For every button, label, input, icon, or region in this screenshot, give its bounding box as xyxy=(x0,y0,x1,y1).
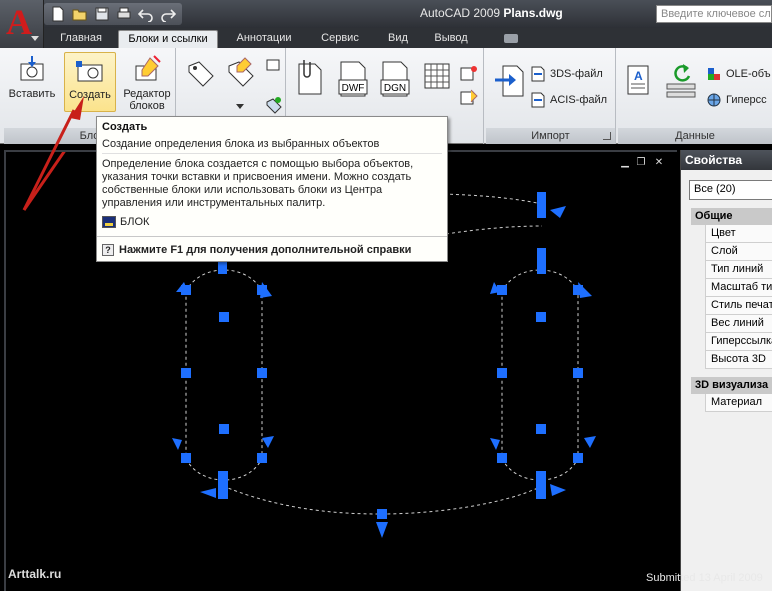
property-plot-style[interactable]: Стиль печат xyxy=(705,297,772,315)
tooltip-divider xyxy=(97,236,447,237)
selection-dropdown[interactable]: Все (20) xyxy=(689,180,772,200)
property-group-general[interactable]: Общие xyxy=(691,208,772,225)
property-lineweight[interactable]: Вес линий xyxy=(705,315,772,333)
property-color[interactable]: Цвет xyxy=(705,225,772,243)
property-hyperlink[interactable]: Гиперссылка xyxy=(705,333,772,351)
property-material[interactable]: Материал xyxy=(705,394,772,412)
maximize-icon[interactable]: ❐ xyxy=(634,157,648,169)
property-linetype-scale[interactable]: Масштаб ти xyxy=(705,279,772,297)
tooltip-title: Создать xyxy=(102,121,148,133)
close-icon[interactable]: ✕ xyxy=(652,157,666,169)
command-icon xyxy=(102,216,116,228)
tooltip-help: ? Нажмите F1 для получения дополнительно… xyxy=(102,244,411,256)
watermark-logo: Arttalk.ru xyxy=(8,567,62,581)
minimize-icon[interactable]: ▁ xyxy=(618,157,632,169)
help-icon: ? xyxy=(102,244,114,256)
tooltip-description: Определение блока создается с помощью вы… xyxy=(102,158,414,209)
red-arrow-head xyxy=(70,96,84,120)
property-3d-height[interactable]: Высота 3D xyxy=(705,351,772,369)
tooltip-divider xyxy=(102,153,442,154)
tooltip-help-text: Нажмите F1 для получения дополнительной … xyxy=(119,244,412,256)
property-group-3d-visualization[interactable]: 3D визуализа xyxy=(691,377,772,394)
red-arrow-shaft xyxy=(22,109,76,211)
tooltip-subtitle: Создание определения блока из выбранных … xyxy=(102,138,380,150)
properties-header: Свойства xyxy=(681,150,772,170)
tooltip-command: БЛОК xyxy=(102,216,149,228)
property-linetype[interactable]: Тип линий xyxy=(705,261,772,279)
submitted-date: Submitted 13 April 2009 xyxy=(646,572,763,584)
annotation-overlay xyxy=(22,96,84,211)
property-layer[interactable]: Слой xyxy=(705,243,772,261)
tooltip-command-name: БЛОК xyxy=(120,216,150,228)
properties-palette: Свойства Все (20) Общие Цвет Слой Тип ли… xyxy=(680,150,772,591)
create-block-tooltip: Создать Создание определения блока из вы… xyxy=(96,116,448,262)
